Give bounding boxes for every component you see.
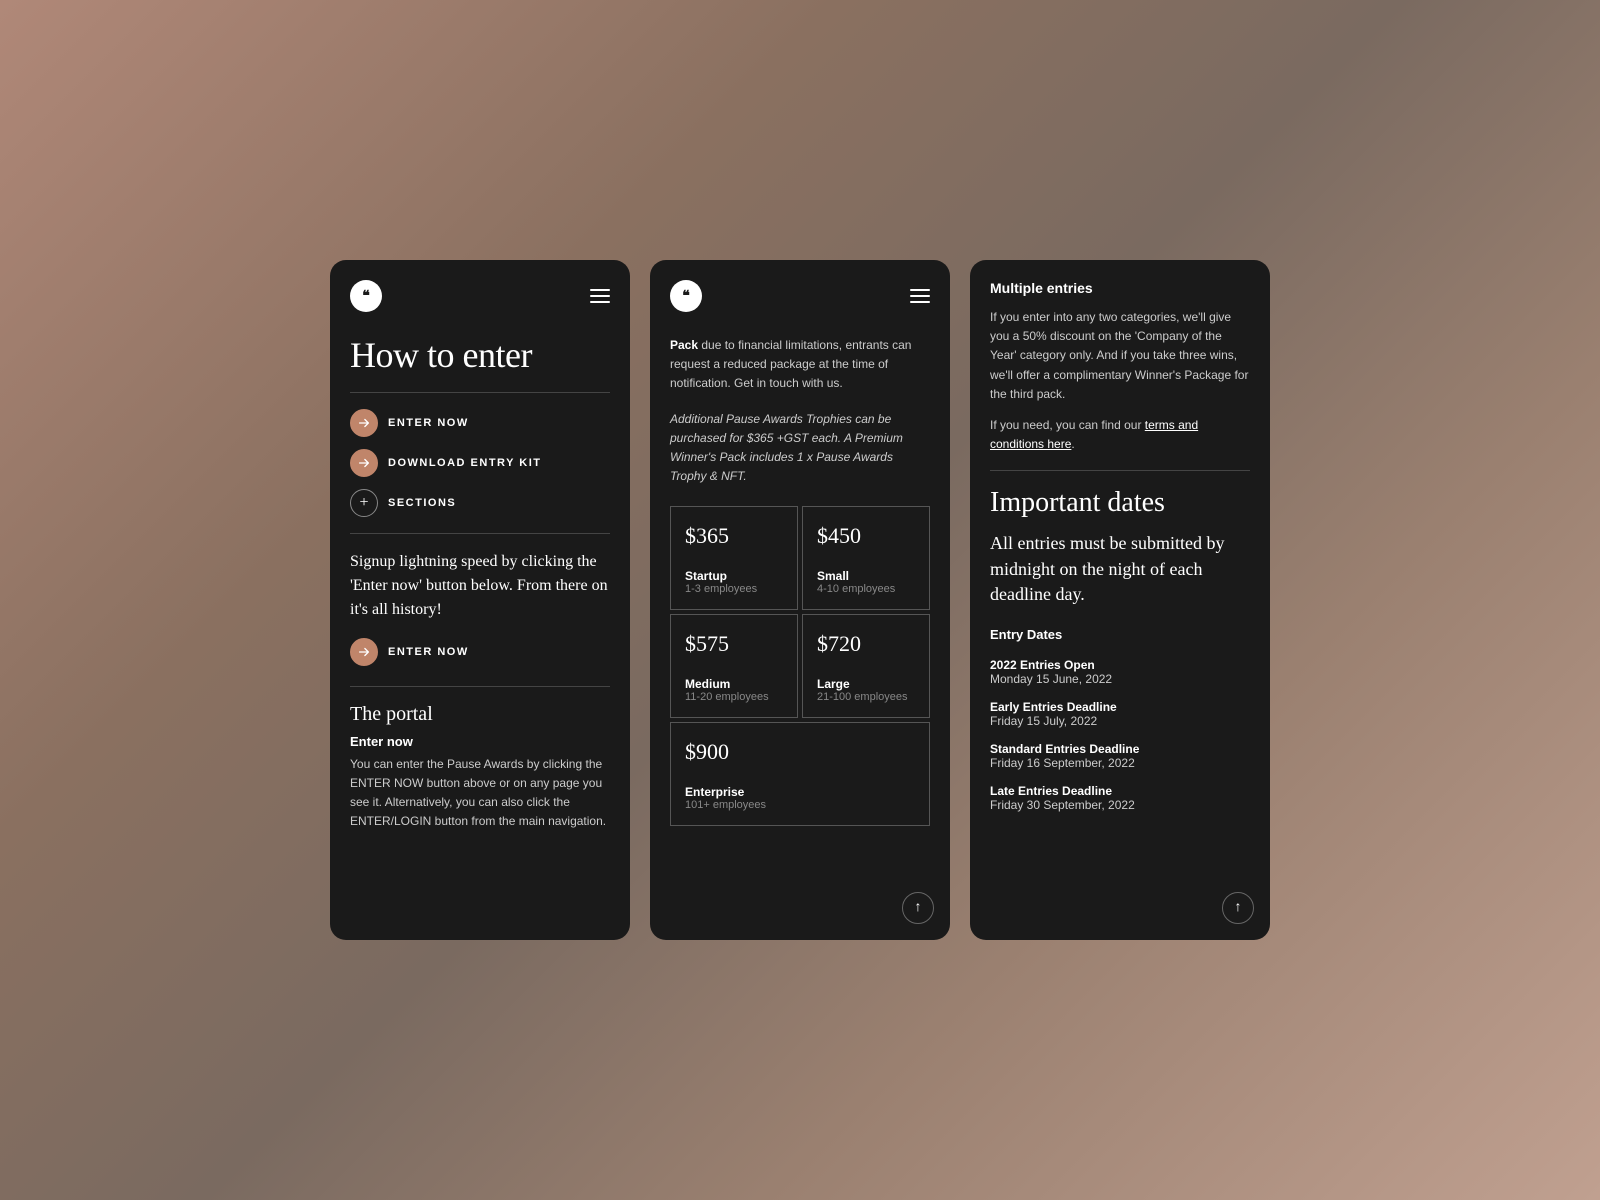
medium-price: $575	[685, 631, 783, 657]
page-title: How to enter	[350, 336, 610, 376]
nav-download-entry-kit[interactable]: DOWNLOAD ENTRY KIT	[350, 449, 610, 477]
medium-tier: Medium	[685, 677, 783, 691]
nav-enter-now-2[interactable]: ENTER NOW	[350, 638, 610, 666]
multiple-entries-text2: If you need, you can find our terms and …	[990, 416, 1250, 454]
enterprise-tier: Enterprise	[685, 785, 915, 799]
startup-desc: 1-3 employees	[685, 583, 783, 595]
panel1-header: ❝	[350, 280, 610, 312]
divider-panel3	[990, 470, 1250, 471]
pricing-medium: $575 Medium 11-20 employees	[670, 614, 798, 718]
pack-text: Pack due to financial limitations, entra…	[670, 336, 930, 394]
the-portal-title: The portal	[350, 703, 610, 726]
italic-text: Additional Pause Awards Trophies can be …	[670, 410, 930, 487]
nav-sections[interactable]: + SECTIONS	[350, 489, 610, 517]
date-title-2: Early Entries Deadline	[990, 700, 1250, 714]
hamburger-menu-2[interactable]	[910, 289, 930, 303]
pricing-large: $720 Large 21-100 employees	[802, 614, 930, 718]
logo-2: ❝	[670, 280, 702, 312]
date-early-deadline: Early Entries Deadline Friday 15 July, 2…	[990, 700, 1250, 728]
multiple-entries-text1: If you enter into any two categories, we…	[990, 308, 1250, 404]
important-dates-title: Important dates	[990, 487, 1250, 519]
panel2-header: ❝	[670, 280, 930, 312]
date-date-3: Friday 16 September, 2022	[990, 756, 1250, 770]
date-date-1: Monday 15 June, 2022	[990, 672, 1250, 686]
medium-desc: 11-20 employees	[685, 691, 783, 703]
date-late-deadline: Late Entries Deadline Friday 30 Septembe…	[990, 784, 1250, 812]
large-price: $720	[817, 631, 915, 657]
multiple-entries-title: Multiple entries	[990, 280, 1250, 296]
enterprise-price: $900	[685, 739, 915, 765]
date-title-4: Late Entries Deadline	[990, 784, 1250, 798]
scroll-up-button-2[interactable]: ↑	[902, 892, 934, 924]
pricing-grid: $365 Startup 1-3 employees $450 Small 4-…	[670, 506, 930, 826]
divider-2	[350, 533, 610, 534]
sections-label: SECTIONS	[388, 497, 456, 509]
date-title-1: 2022 Entries Open	[990, 658, 1250, 672]
divider-3	[350, 686, 610, 687]
hamburger-menu-1[interactable]	[590, 289, 610, 303]
plus-icon: +	[350, 489, 378, 517]
date-date-2: Friday 15 July, 2022	[990, 714, 1250, 728]
arrow-icon-1	[350, 409, 378, 437]
enterprise-desc: 101+ employees	[685, 799, 915, 811]
download-entry-kit-label: DOWNLOAD ENTRY KIT	[388, 457, 542, 469]
small-desc: 4-10 employees	[817, 583, 915, 595]
scroll-up-button-3[interactable]: ↑	[1222, 892, 1254, 924]
arrow-icon-3	[350, 638, 378, 666]
date-standard-deadline: Standard Entries Deadline Friday 16 Sept…	[990, 742, 1250, 770]
startup-tier: Startup	[685, 569, 783, 583]
pricing-small: $450 Small 4-10 employees	[802, 506, 930, 610]
small-tier: Small	[817, 569, 915, 583]
enter-now-section: Enter now	[350, 734, 610, 749]
arrow-icon-2	[350, 449, 378, 477]
pack-bold: Pack	[670, 338, 698, 352]
pricing-enterprise: $900 Enterprise 101+ employees	[670, 722, 930, 826]
large-tier: Large	[817, 677, 915, 691]
portal-body: You can enter the Pause Awards by clicki…	[350, 755, 610, 832]
panel-pricing: ❝ Pack due to financial limitations, ent…	[650, 260, 950, 940]
pack-body: due to financial limitations, entrants c…	[670, 338, 911, 390]
pricing-startup: $365 Startup 1-3 employees	[670, 506, 798, 610]
date-entries-open: 2022 Entries Open Monday 15 June, 2022	[990, 658, 1250, 686]
panel-how-to-enter: ❝ How to enter ENTER NOW DOWNLOAD ENTRY …	[330, 260, 630, 940]
startup-price: $365	[685, 523, 783, 549]
important-dates-subtitle: All entries must be submitted by midnigh…	[990, 531, 1250, 607]
panels-container: ❝ How to enter ENTER NOW DOWNLOAD ENTRY …	[290, 220, 1310, 980]
divider-1	[350, 392, 610, 393]
large-desc: 21-100 employees	[817, 691, 915, 703]
date-title-3: Standard Entries Deadline	[990, 742, 1250, 756]
date-date-4: Friday 30 September, 2022	[990, 798, 1250, 812]
small-price: $450	[817, 523, 915, 549]
terms-text-prefix: If you need, you can find our	[990, 418, 1145, 432]
body-text: Signup lightning speed by clicking the '…	[350, 550, 610, 622]
terms-text-suffix: .	[1071, 437, 1074, 451]
enter-now-label-1: ENTER NOW	[388, 417, 469, 429]
enter-now-label-2: ENTER NOW	[388, 646, 469, 658]
panel-dates: Multiple entries If you enter into any t…	[970, 260, 1270, 940]
entry-dates-heading: Entry Dates	[990, 627, 1250, 642]
logo-1: ❝	[350, 280, 382, 312]
nav-enter-now-1[interactable]: ENTER NOW	[350, 409, 610, 437]
